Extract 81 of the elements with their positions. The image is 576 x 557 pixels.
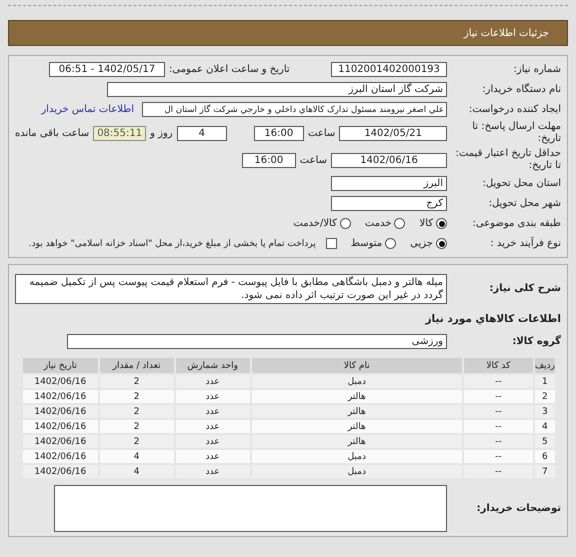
time-field: 16:00: [254, 126, 304, 140]
days-field: 4: [176, 126, 228, 140]
column-header: تعداد / مقدار: [98, 357, 175, 374]
page-title: جزئیات اطلاعات نیاز: [464, 28, 549, 38]
table-cell: 2: [98, 389, 175, 404]
table-cell: 1402/06/16: [22, 434, 99, 449]
table-cell: هالتر: [250, 404, 463, 419]
table-cell: هالتر: [250, 419, 463, 434]
table-cell: 2: [534, 389, 556, 404]
table-cell: 7: [534, 464, 556, 479]
section-title: اطلاعات کالاهاي مورد نیاز: [425, 312, 561, 324]
option-label: جزیی: [410, 238, 433, 249]
time-field: 16:00: [242, 152, 296, 168]
table-cell: دمبل: [250, 449, 463, 464]
table-cell: --: [462, 374, 534, 389]
table-cell: 4: [98, 464, 175, 479]
column-header: نام کالا: [250, 357, 463, 374]
table-cell: 1402/06/16: [22, 449, 99, 464]
table-cell: 1402/06/16: [22, 389, 99, 404]
table-cell: 5: [534, 434, 556, 449]
field-label: تاریخ و ساعت اعلان عمومی:: [169, 64, 290, 75]
table-cell: --: [462, 389, 534, 404]
date-field: 1402/05/21: [339, 126, 447, 140]
field-label: ساعت: [308, 128, 336, 138]
field-label: ایجاد کننده درخواست:: [468, 104, 561, 116]
contact-link[interactable]: اطلاعات تماس خریدار: [41, 104, 134, 115]
field-label: نام دستگاه خریدار:: [481, 84, 561, 96]
table-cell: عدد: [174, 404, 251, 419]
column-header: کد کالا: [462, 357, 534, 374]
table-cell: عدد: [174, 434, 251, 449]
table-cell: 4: [98, 449, 175, 464]
field-label: حداقل تاریخ اعتبار قیمت: تا تاریخ:: [454, 148, 561, 172]
table-cell: 6: [534, 449, 556, 464]
description-field: میله هالتر و دمبل باشگاهی مطابق با فایل پیوست - فرم استعلام قیمت پیوست پس از تکمیل ضمیمه گردد در غیر این صورت ترتیب اثر داده نمی شود.: [15, 274, 447, 304]
table-cell: 2: [98, 434, 175, 449]
field-label: روز و: [150, 128, 173, 138]
date-field: 1402/06/16: [331, 152, 447, 168]
table-cell: دمبل: [250, 374, 463, 389]
field-label: ساعت: [300, 154, 327, 166]
table-cell: 1402/06/16: [22, 464, 99, 479]
table-cell: عدد: [174, 449, 251, 464]
table-cell: 1402/06/16: [22, 374, 99, 389]
table-cell: --: [462, 464, 534, 479]
table-cell: عدد: [174, 374, 251, 389]
table-cell: 2: [98, 404, 175, 419]
column-header: ردیف: [534, 357, 556, 374]
option-label: متوسط: [350, 238, 382, 249]
table-cell: 2: [98, 374, 175, 389]
column-header: تاریخ نیاز: [22, 357, 99, 374]
table-cell: عدد: [174, 419, 251, 434]
table-cell: دمبل: [250, 464, 463, 479]
field-label: شرح کلی نیاز:: [488, 283, 561, 295]
table-cell: --: [462, 434, 534, 449]
table-cell: 2: [98, 419, 175, 434]
table-cell: عدد: [174, 389, 251, 404]
option-label: خدمت: [364, 218, 392, 229]
column-header: واحد شمارش: [174, 357, 251, 374]
option-label: کالا/خدمت: [293, 218, 337, 229]
table-cell: هالتر: [250, 434, 463, 449]
field-label: مهلت ارسال پاسخ: تا تاریخ:: [471, 121, 561, 145]
table-cell: 1: [534, 374, 556, 389]
table-cell: --: [462, 419, 534, 434]
table-cell: 1402/06/16: [22, 419, 99, 434]
field-label: شماره نیاز:: [512, 64, 561, 76]
table-cell: 1402/06/16: [22, 404, 99, 419]
field-label: استان محل تحویل:: [482, 178, 561, 190]
timer-field: 08:55:11: [93, 126, 146, 140]
checkbox-label: پرداخت تمام یا بخشی از مبلغ خرید،از محل "اسناد خزانه اسلامی" خواهد بود.: [28, 238, 316, 248]
table-cell: --: [462, 449, 534, 464]
table-cell: 3: [534, 404, 556, 419]
table-cell: هالتر: [250, 389, 463, 404]
table-cell: عدد: [174, 464, 251, 479]
option-label: کالا: [419, 218, 433, 229]
table-cell: 4: [534, 419, 556, 434]
table-cell: --: [462, 404, 534, 419]
field-label: شهر محل تحویل:: [488, 198, 561, 210]
field-label: نوع فرآیند خرید :: [489, 238, 561, 250]
field-label: ساعت باقی مانده: [14, 128, 90, 138]
field-label: طبقه بندی موضوعی:: [472, 218, 561, 230]
field-label: توضیحات خریدار:: [476, 502, 561, 514]
field-label: گروه کالا:: [511, 336, 561, 348]
